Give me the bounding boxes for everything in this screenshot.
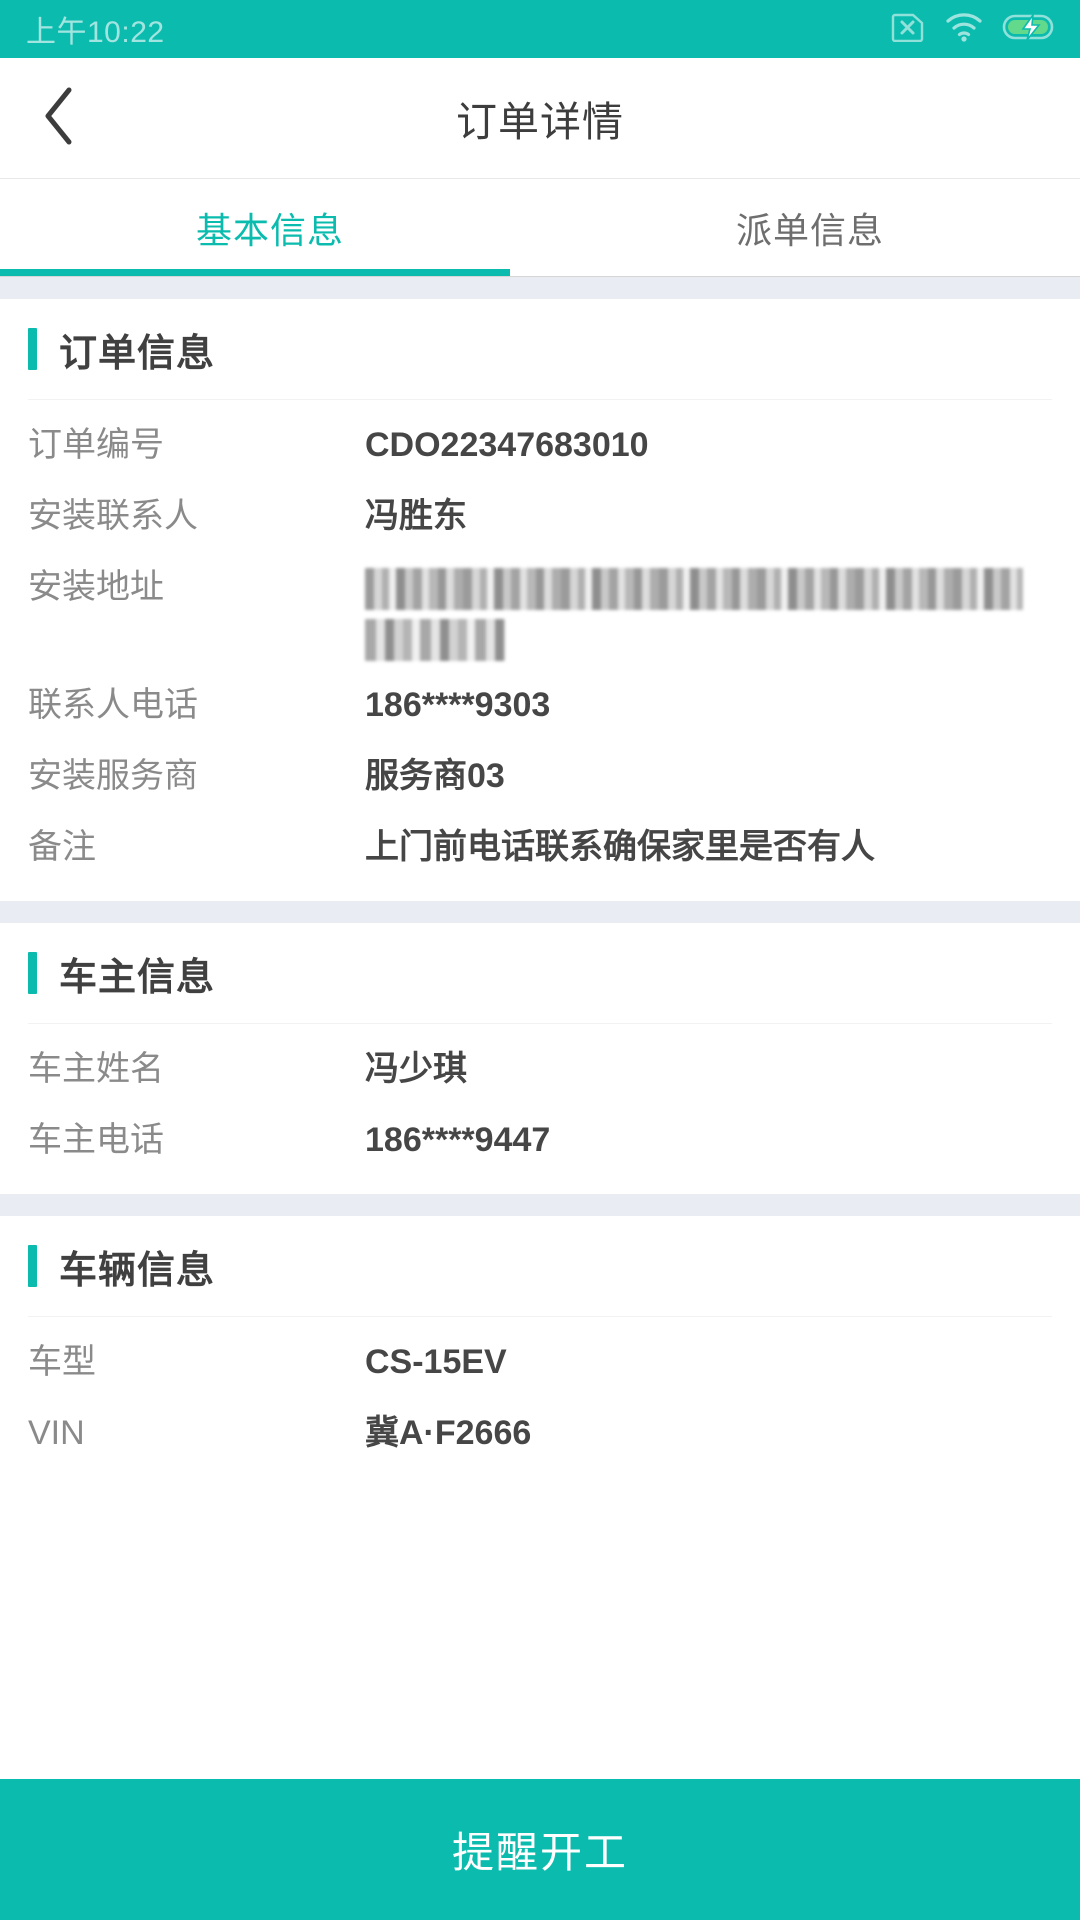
section-rows: 车型 CS-15EV VIN 冀A·F2666 (0, 1317, 1080, 1487)
row-owner-phone: 车主电话 186****9447 (0, 1105, 1080, 1176)
row-value: CDO22347683010 (365, 426, 649, 464)
row-value: 上门前电话联系确保家里是否有人 (365, 828, 875, 866)
row-label: 车主姓名 (28, 1050, 164, 1088)
section-accent-bar (28, 1245, 37, 1287)
row-label: 订单编号 (28, 426, 164, 464)
tab-basic-info[interactable]: 基本信息 (0, 179, 540, 276)
status-bar-clock: 上午10:22 (26, 16, 165, 49)
row-label: 联系人电话 (28, 686, 198, 724)
row-value: 服务商03 (365, 757, 505, 795)
row-value: 冀A·F2666 (365, 1414, 532, 1452)
section-accent-bar (28, 328, 37, 370)
row-label: 车主电话 (28, 1121, 164, 1159)
redacted-line (365, 619, 505, 661)
row-value: CS-15EV (365, 1343, 507, 1381)
section-title: 车主信息 (59, 956, 216, 999)
row-service-provider: 安装服务商 服务商03 (0, 741, 1080, 812)
row-label: VIN (28, 1414, 85, 1452)
section-order-info: 订单信息 订单编号 CDO22347683010 安装联系人 冯胜东 安装地址 (0, 299, 1080, 901)
status-bar-icons (890, 11, 1058, 47)
tab-dispatch-info[interactable]: 派单信息 (540, 179, 1080, 276)
row-value: 冯少琪 (365, 1050, 467, 1088)
battery-charging-icon (1002, 11, 1058, 47)
row-value: 186****9447 (365, 1121, 551, 1159)
row-order-number: 订单编号 CDO22347683010 (0, 410, 1080, 481)
section-rows: 订单编号 CDO22347683010 安装联系人 冯胜东 安装地址 联系人电话… (0, 400, 1080, 901)
navigation-bar: 订单详情 (0, 58, 1080, 179)
detail-content[interactable]: 订单信息 订单编号 CDO22347683010 安装联系人 冯胜东 安装地址 (0, 277, 1080, 1920)
section-spacer (0, 901, 1080, 923)
row-label: 安装联系人 (28, 497, 198, 535)
row-value-redacted (365, 561, 1054, 661)
row-vin: VIN 冀A·F2666 (0, 1398, 1080, 1469)
row-install-contact: 安装联系人 冯胜东 (0, 481, 1080, 552)
row-vehicle-model: 车型 CS-15EV (0, 1327, 1080, 1398)
section-rows: 车主姓名 冯少琪 车主电话 186****9447 (0, 1024, 1080, 1194)
section-title: 车辆信息 (59, 1249, 216, 1292)
wifi-icon (945, 12, 983, 47)
row-owner-name: 车主姓名 冯少琪 (0, 1034, 1080, 1105)
remind-start-work-button[interactable]: 提醒开工 (0, 1779, 1080, 1920)
row-contact-phone: 联系人电话 186****9303 (0, 670, 1080, 741)
tab-active-indicator (0, 269, 510, 276)
row-label: 安装服务商 (28, 757, 198, 795)
order-detail-screen: 上午10:22 订单详情 基本信息 派单信息 订单信息 订单编号 CDO2234… (0, 0, 1080, 1920)
section-spacer (0, 277, 1080, 299)
row-value: 186****9303 (365, 686, 551, 724)
redacted-line (365, 568, 1023, 610)
row-label: 车型 (28, 1343, 96, 1381)
redacted-address (365, 561, 1054, 661)
section-header: 车主信息 (0, 923, 1080, 1023)
section-header: 车辆信息 (0, 1216, 1080, 1316)
row-install-address: 安装地址 (0, 552, 1080, 670)
section-owner-info: 车主信息 车主姓名 冯少琪 车主电话 186****9447 (0, 923, 1080, 1194)
section-accent-bar (28, 952, 37, 994)
page-title: 订单详情 (456, 99, 624, 145)
status-bar: 上午10:22 (0, 0, 1080, 58)
row-label: 安装地址 (28, 568, 164, 606)
row-remark: 备注 上门前电话联系确保家里是否有人 (0, 812, 1080, 883)
tab-bar: 基本信息 派单信息 (0, 179, 1080, 277)
sim-card-disabled-icon (890, 12, 926, 47)
section-header: 订单信息 (0, 299, 1080, 399)
section-spacer (0, 1194, 1080, 1216)
section-title: 订单信息 (59, 332, 216, 375)
row-value: 冯胜东 (365, 497, 467, 535)
row-label: 备注 (28, 828, 96, 866)
section-vehicle-info: 车辆信息 车型 CS-15EV VIN 冀A·F2666 (0, 1216, 1080, 1487)
bottom-action-label: 提醒开工 (451, 1829, 628, 1876)
